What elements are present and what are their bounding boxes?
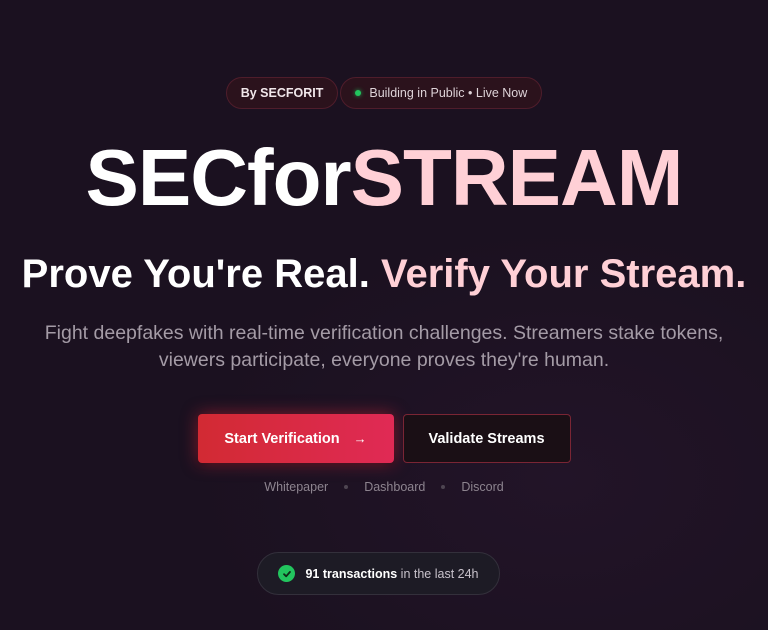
hero-title: SECforSTREAM: [0, 130, 768, 225]
link-separator: [441, 485, 446, 489]
landing-page: By SECFORIT Building in Public • Live No…: [0, 0, 768, 630]
transactions-text: 91 transactions in the last 24h: [305, 567, 478, 581]
live-status-label: Building in Public • Live Now: [369, 86, 528, 100]
validate-streams-button[interactable]: Validate Streams: [402, 414, 571, 463]
author-badge-label: By SECFORIT: [240, 86, 324, 100]
live-dot-icon: [355, 90, 362, 96]
hero-description: Fight deepfakes with real-time verificat…: [44, 322, 724, 371]
transactions-count: 91 transactions: [305, 566, 398, 581]
check-circle-icon: [278, 565, 296, 582]
arrow-right-icon: →: [353, 431, 367, 446]
hero-tagline-part2: Verify Your Stream.: [380, 252, 747, 296]
whitepaper-link[interactable]: Whitepaper: [264, 480, 328, 494]
transactions-stat: 91 transactions in the last 24h: [257, 552, 500, 595]
hero-tagline: Prove You're Real. Verify Your Stream.: [0, 250, 768, 298]
hero-tagline-part1: Prove You're Real.: [21, 252, 370, 296]
validate-streams-label: Validate Streams: [428, 430, 545, 447]
link-separator: [344, 485, 349, 489]
secondary-links: Whitepaper Dashboard Discord: [0, 480, 768, 494]
discord-link[interactable]: Discord: [461, 480, 503, 494]
hero-title-part1: SECfor: [85, 133, 352, 222]
cta-row: Start Verification → Validate Streams: [0, 414, 768, 463]
transactions-suffix: in the last 24h: [400, 566, 479, 581]
start-verification-label: Start Verification: [224, 430, 340, 447]
start-verification-button[interactable]: Start Verification →: [197, 414, 394, 463]
author-badge: By SECFORIT: [225, 77, 339, 109]
dashboard-link[interactable]: Dashboard: [364, 480, 425, 494]
hero-badges: By SECFORIT Building in Public • Live No…: [0, 77, 768, 109]
hero-title-part2: STREAM: [350, 133, 684, 222]
live-status-badge: Building in Public • Live Now: [340, 77, 543, 109]
